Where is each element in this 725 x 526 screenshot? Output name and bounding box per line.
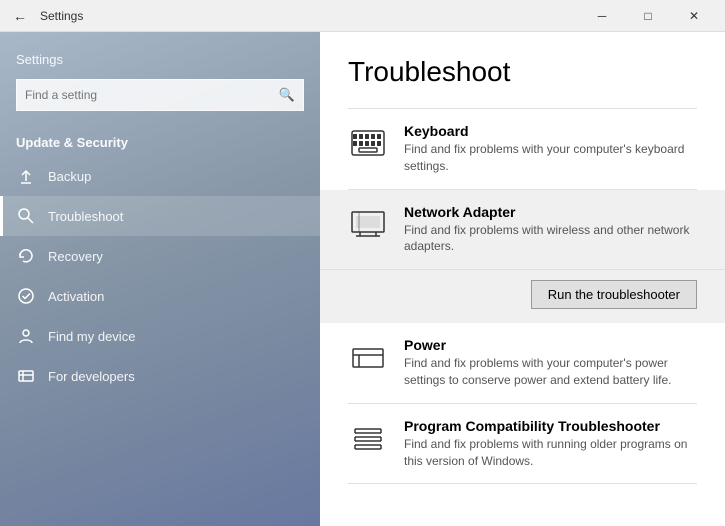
network-adapter-item-content: Network Adapter Find and fix problems wi… (404, 204, 697, 256)
search-box[interactable]: 🔍 (16, 79, 304, 111)
sidebar-item-recovery[interactable]: Recovery (0, 236, 320, 276)
sidebar-item-backup[interactable]: Backup (0, 156, 320, 196)
sidebar-item-backup-label: Backup (48, 169, 91, 184)
program-compat-icon (348, 418, 388, 458)
sidebar-app-title: Settings (16, 52, 304, 67)
sidebar-section-label: Update & Security (0, 123, 320, 156)
search-input[interactable] (25, 88, 279, 102)
troubleshoot-item-network-adapter[interactable]: Network Adapter Find and fix problems wi… (320, 190, 725, 271)
network-adapter-icon (348, 204, 388, 244)
backup-icon (16, 166, 36, 186)
keyboard-item-desc: Find and fix problems with your computer… (404, 141, 697, 175)
troubleshoot-item-power[interactable]: Power Find and fix problems with your co… (348, 323, 697, 404)
sidebar-item-activation[interactable]: Activation (0, 276, 320, 316)
for-developers-icon (16, 366, 36, 386)
maximize-button[interactable]: □ (625, 0, 671, 32)
window-controls: ─ □ ✕ (579, 0, 717, 32)
sidebar: Settings 🔍 Update & Security Backup (0, 32, 320, 526)
search-icon: 🔍 (279, 87, 295, 103)
run-troubleshooter-container: Run the troubleshooter (320, 270, 725, 323)
close-button[interactable]: ✕ (671, 0, 717, 32)
program-compat-item-desc: Find and fix problems with running older… (404, 436, 697, 470)
troubleshoot-icon (16, 206, 36, 226)
power-item-content: Power Find and fix problems with your co… (404, 337, 697, 389)
activation-icon (16, 286, 36, 306)
sidebar-item-recovery-label: Recovery (48, 249, 103, 264)
find-my-device-icon (16, 326, 36, 346)
keyboard-item-content: Keyboard Find and fix problems with your… (404, 123, 697, 175)
troubleshoot-item-program-compat[interactable]: Program Compatibility Troubleshooter Fin… (348, 404, 697, 485)
back-button[interactable]: ← (8, 4, 32, 28)
network-adapter-item-name: Network Adapter (404, 204, 697, 220)
run-troubleshooter-button[interactable]: Run the troubleshooter (531, 280, 697, 309)
recovery-icon (16, 246, 36, 266)
right-panel: Troubleshoot (320, 32, 725, 526)
power-item-name: Power (404, 337, 697, 353)
program-compat-item-content: Program Compatibility Troubleshooter Fin… (404, 418, 697, 470)
power-icon (348, 337, 388, 377)
sidebar-item-troubleshoot-label: Troubleshoot (48, 209, 123, 224)
power-item-desc: Find and fix problems with your computer… (404, 355, 697, 389)
title-bar-title: Settings (32, 9, 579, 23)
minimize-button[interactable]: ─ (579, 0, 625, 32)
sidebar-item-for-developers-label: For developers (48, 369, 135, 384)
keyboard-item-name: Keyboard (404, 123, 697, 139)
main-content: Settings 🔍 Update & Security Backup (0, 32, 725, 526)
sidebar-header: Settings 🔍 (0, 32, 320, 123)
program-compat-item-name: Program Compatibility Troubleshooter (404, 418, 697, 434)
sidebar-item-find-my-device[interactable]: Find my device (0, 316, 320, 356)
keyboard-icon (348, 123, 388, 163)
sidebar-item-troubleshoot[interactable]: Troubleshoot (0, 196, 320, 236)
sidebar-item-for-developers[interactable]: For developers (0, 356, 320, 396)
sidebar-item-find-my-device-label: Find my device (48, 329, 135, 344)
title-bar: ← Settings ─ □ ✕ (0, 0, 725, 32)
page-title: Troubleshoot (348, 56, 697, 88)
network-adapter-item-desc: Find and fix problems with wireless and … (404, 222, 697, 256)
sidebar-item-activation-label: Activation (48, 289, 104, 304)
troubleshoot-item-keyboard[interactable]: Keyboard Find and fix problems with your… (348, 108, 697, 190)
